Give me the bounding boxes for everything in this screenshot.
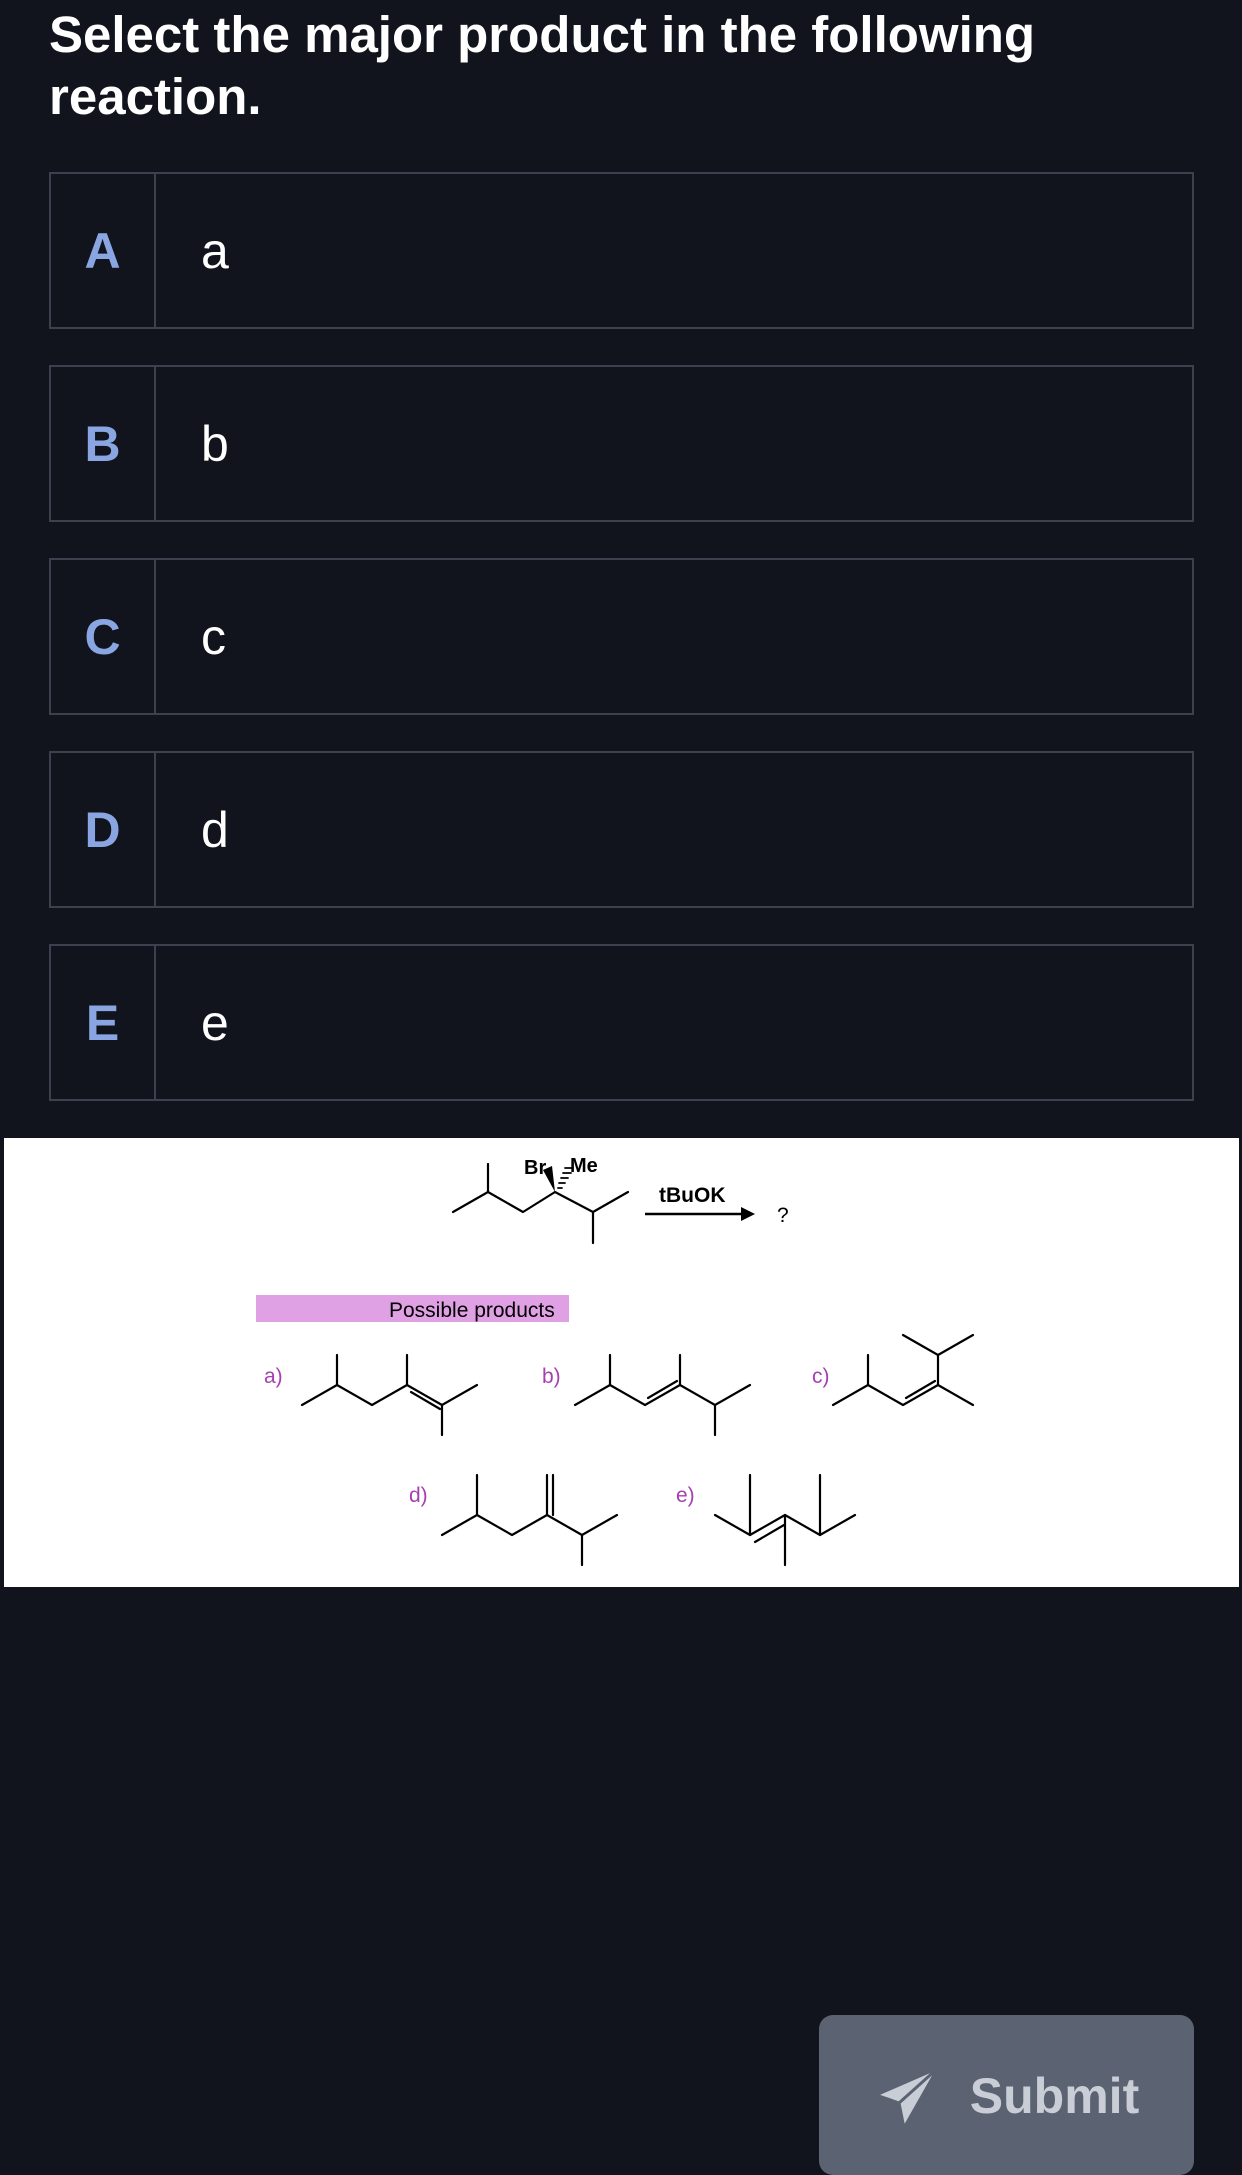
product-label-b: b) [542, 1365, 561, 1388]
product-label-d: d) [409, 1484, 428, 1507]
option-text: a [201, 222, 229, 279]
product-d-structure [440, 1473, 619, 1567]
option-letter: D [51, 753, 156, 906]
product-e-structure [713, 1473, 857, 1567]
reactant-skeleton [451, 1190, 630, 1214]
option-letter: B [51, 367, 156, 520]
product-c-structure [831, 1333, 975, 1407]
reagent-label: tBuOK [659, 1184, 726, 1207]
option-b[interactable]: B b [49, 365, 1194, 522]
option-letter: C [51, 560, 156, 713]
product-b-structure [573, 1353, 752, 1437]
br-label: Br [524, 1157, 546, 1179]
reaction-figure: Br Me tBuOK ? Possible products a) b) c)… [4, 1138, 1239, 1587]
option-c[interactable]: C c [49, 558, 1194, 715]
option-text: c [201, 608, 226, 665]
option-text: b [201, 415, 229, 472]
me-label: Me [570, 1155, 598, 1177]
product-label-a: a) [264, 1365, 283, 1388]
option-text: e [201, 994, 229, 1051]
product-label-e: e) [676, 1484, 695, 1507]
answer-options: A a B b C c D d E e [49, 172, 1194, 1137]
option-letter: A [51, 174, 156, 327]
submit-button[interactable]: Submit [819, 2015, 1194, 2175]
option-text: d [201, 801, 229, 858]
option-e[interactable]: E e [49, 944, 1194, 1101]
reaction-scheme: Br Me tBuOK ? Possible products a) b) c)… [256, 1155, 975, 1567]
option-a[interactable]: A a [49, 172, 1194, 329]
paper-plane-icon [874, 2066, 940, 2130]
product-a-structure [300, 1353, 479, 1437]
products-header: Possible products [389, 1299, 555, 1322]
product-label-c: c) [812, 1365, 830, 1388]
option-d[interactable]: D d [49, 751, 1194, 908]
arrow-head [741, 1207, 755, 1221]
question-text: Select the major product in the followin… [49, 6, 1036, 125]
option-letter: E [51, 946, 156, 1099]
submit-label: Submit [969, 2068, 1140, 2124]
product-question-mark: ? [777, 1204, 789, 1227]
